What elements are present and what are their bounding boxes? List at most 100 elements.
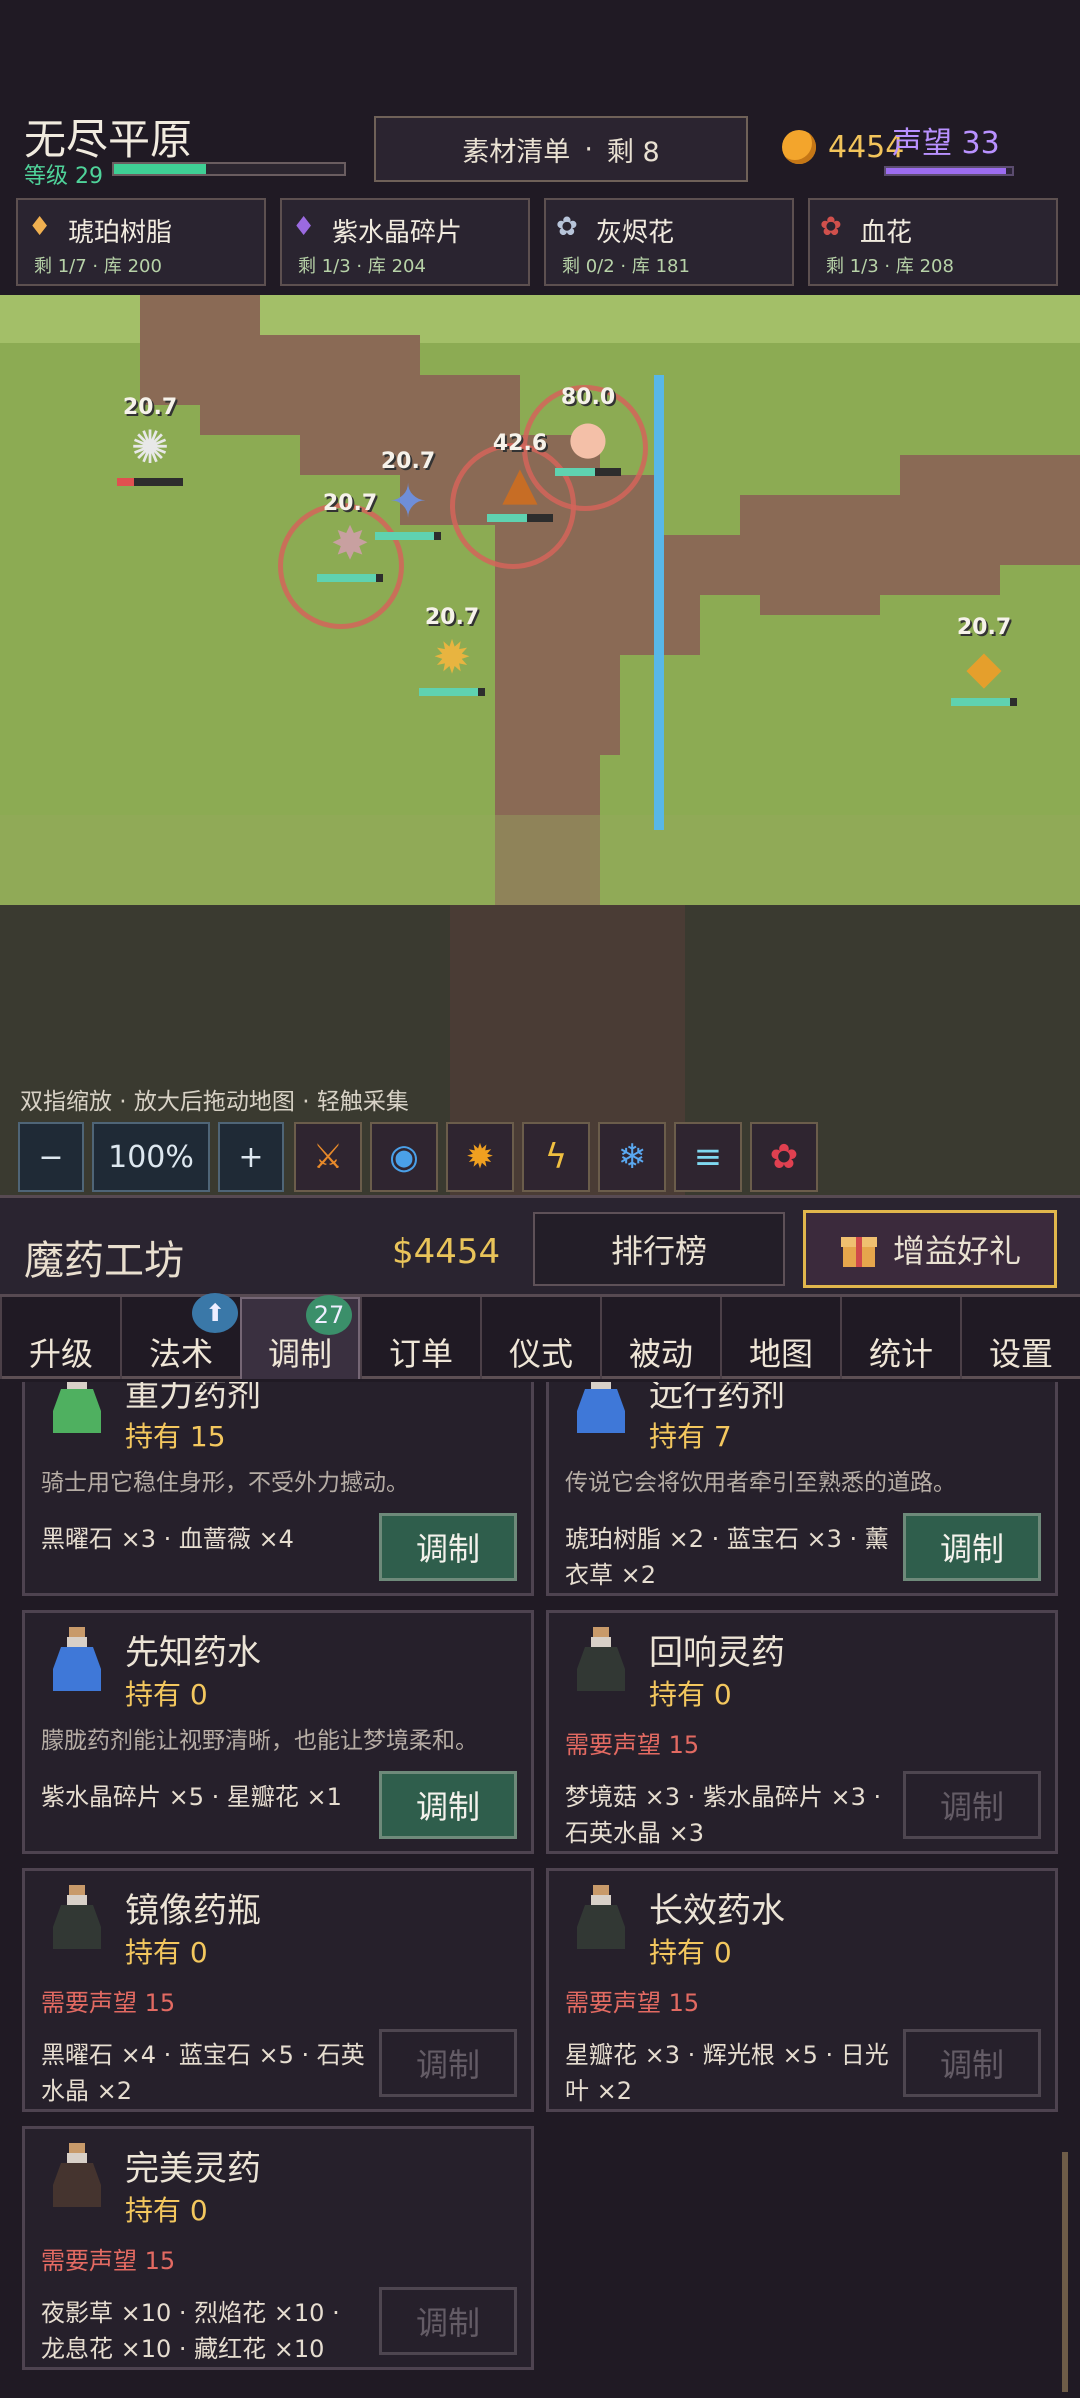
- potion-card: 重力药剂 持有 15 骑士用它稳住身形，不受外力撼动。 黑曜石 ×3 · 血蔷薇…: [22, 1382, 534, 1596]
- node-timer: 20.7: [322, 491, 378, 516]
- brew-button[interactable]: 调制: [379, 1771, 517, 1839]
- material-card[interactable]: ✿ 血花 剩 1/3 · 库 208: [808, 198, 1058, 286]
- node-hp-fill: [555, 468, 595, 476]
- tab-7[interactable]: 地图: [720, 1297, 840, 1379]
- blood-flower-icon: ✿: [820, 212, 842, 242]
- skill-lightning-icon[interactable]: ϟ: [522, 1122, 590, 1192]
- potion-ingredients: 琥珀树脂 ×2 · 蓝宝石 ×3 · 薰衣草 ×2: [565, 1525, 889, 1589]
- brew-button[interactable]: 调制: [903, 1771, 1041, 1839]
- tab-3[interactable]: 27 调制: [240, 1295, 360, 1379]
- potion-ingredients: 梦境菇 ×3 · 紫水晶碎片 ×3 · 石英水晶 ×3: [565, 1783, 882, 1847]
- bonus-gift-button[interactable]: 增益好礼: [803, 1210, 1057, 1288]
- tab-label: 升级: [28, 1335, 93, 1373]
- potion-list[interactable]: 重力药剂 持有 15 骑士用它稳住身形，不受外力撼动。 黑曜石 ×3 · 血蔷薇…: [0, 1382, 1080, 2398]
- tab-1[interactable]: 升级: [0, 1297, 120, 1379]
- bonus-gift-label: 增益好礼: [892, 1232, 1021, 1270]
- potion-description: 骑士用它稳住身形，不受外力撼动。: [41, 1470, 409, 1496]
- ash-flower-icon: ✿: [556, 212, 578, 242]
- tab-label: 订单: [388, 1335, 453, 1373]
- tab-label: 设置: [988, 1335, 1053, 1373]
- material-stat: 剩 1/3 · 库 208: [826, 256, 954, 277]
- node-timer: 80.0: [560, 385, 616, 410]
- level-progress-fill: [114, 164, 206, 174]
- node-hp-fill: [419, 688, 479, 696]
- coin-icon: [782, 130, 816, 164]
- tab-6[interactable]: 被动: [600, 1297, 720, 1379]
- zoom-in-button[interactable]: +: [218, 1122, 284, 1192]
- resource-node[interactable]: 20.7 ✸: [310, 491, 390, 582]
- skill-water-icon[interactable]: ◉: [370, 1122, 438, 1192]
- potion-name: 长效药水: [649, 1891, 785, 1931]
- brew-button[interactable]: 调制: [903, 1513, 1041, 1581]
- potion-owned: 持有 7: [649, 1420, 732, 1453]
- potion-bottle-icon: [53, 1885, 101, 1949]
- skill-blossom-icon[interactable]: ✿: [750, 1122, 818, 1192]
- node-timer: 20.7: [956, 615, 1012, 640]
- skill-ice-icon[interactable]: ❄: [598, 1122, 666, 1192]
- node-timer: 20.7: [424, 605, 480, 630]
- material-card[interactable]: ♦ 琥珀树脂 剩 1/7 · 库 200: [16, 198, 266, 286]
- skill-blade-icon[interactable]: ⚔: [294, 1122, 362, 1192]
- resource-node[interactable]: 20.7 ◆: [944, 615, 1024, 706]
- resource-node-icon: ●: [567, 410, 609, 464]
- potion-bottle-icon: [577, 1885, 625, 1949]
- node-hp-bar: [117, 478, 183, 486]
- leaderboard-button[interactable]: 排行榜: [533, 1212, 785, 1286]
- purple-crystal-icon: ♦: [292, 212, 316, 242]
- workshop-money: $4454: [392, 1232, 501, 1272]
- potion-card: 长效药水 持有 0 需要声望 15 星瓣花 ×3 · 辉光根 ×5 · 日光叶 …: [546, 1868, 1058, 2112]
- potion-owned: 持有 0: [649, 1678, 732, 1711]
- map-hint-text: 双指缩放 · 放大后拖动地图 · 轻触采集: [20, 1089, 409, 1115]
- material-stat: 剩 0/2 · 库 181: [562, 256, 690, 277]
- material-name: 血花: [860, 218, 913, 248]
- material-list-button[interactable]: 素材清单 · 剩 8: [374, 116, 748, 182]
- resource-node[interactable]: 80.0 ●: [548, 385, 628, 476]
- potion-bottle-icon: [53, 2143, 101, 2207]
- list-scrollbar[interactable]: [1062, 2152, 1068, 2392]
- potion-description: 传说它会将饮用者牵引至熟悉的道路。: [565, 1470, 956, 1496]
- gift-icon: [840, 1237, 877, 1267]
- level-progress-bar: [112, 162, 346, 176]
- skill-fire-icon[interactable]: ✹: [446, 1122, 514, 1192]
- gathering-map[interactable]: 20.7 ✺ 20.7 ✦ 20.7 ✸ 42.6 ▲ 80.0 ● 20.7 …: [0, 295, 1080, 905]
- potion-card: 回响灵药 持有 0 需要声望 15 梦境菇 ×3 · 紫水晶碎片 ×3 · 石英…: [546, 1610, 1058, 1854]
- tab-5[interactable]: 仪式: [480, 1297, 600, 1379]
- material-stat: 剩 1/7 · 库 200: [34, 256, 162, 277]
- material-card[interactable]: ✿ 灰烬花 剩 0/2 · 库 181: [544, 198, 794, 286]
- potion-name: 完美灵药: [125, 2149, 261, 2189]
- material-card[interactable]: ♦ 紫水晶碎片 剩 1/3 · 库 204: [280, 198, 530, 286]
- tab-8[interactable]: 统计: [840, 1297, 960, 1379]
- top-hud: 无尽平原 等级 29 素材清单 · 剩 8 4454 声望 33 ♦ 琥珀树脂 …: [0, 0, 1080, 295]
- potion-card: 完美灵药 持有 0 需要声望 15 夜影草 ×10 · 烈焰花 ×10 · 龙息…: [22, 2126, 534, 2370]
- tab-2[interactable]: ⬆ 法术: [120, 1293, 240, 1379]
- potion-bottle-icon: [53, 1627, 101, 1691]
- potion-name: 镜像药瓶: [125, 1891, 261, 1931]
- zoom-out-button[interactable]: −: [18, 1122, 84, 1192]
- workshop-title: 魔药工坊: [24, 1238, 184, 1284]
- potion-card: 远行药剂 持有 7 传说它会将饮用者牵引至熟悉的道路。 琥珀树脂 ×2 · 蓝宝…: [546, 1382, 1058, 1596]
- potion-owned: 持有 0: [125, 2194, 208, 2227]
- tab-4[interactable]: 订单: [360, 1297, 480, 1379]
- zoom-level: 100%: [92, 1122, 210, 1192]
- tab-count-badge: 27: [306, 1295, 352, 1335]
- potion-requirement: 需要声望 15: [565, 1989, 700, 2017]
- resource-node[interactable]: 20.7 ✺: [110, 395, 190, 486]
- tab-9[interactable]: 设置: [960, 1297, 1080, 1379]
- skill-wave-icon[interactable]: ≡: [674, 1122, 742, 1192]
- node-hp-bar: [487, 514, 553, 522]
- brew-button[interactable]: 调制: [903, 2029, 1041, 2097]
- brew-button[interactable]: 调制: [379, 1513, 517, 1581]
- material-list-separator: ·: [584, 133, 593, 165]
- potion-name: 重力药剂: [125, 1382, 261, 1415]
- resource-node[interactable]: 20.7 ✹: [412, 605, 492, 696]
- map-unexplored-area: 双指缩放 · 放大后拖动地图 · 轻触采集 − 100% + ⚔ ◉ ✹ ϟ ❄ ≡ ✿: [0, 905, 1080, 1195]
- reputation-progress-fill: [886, 168, 1006, 174]
- brew-button[interactable]: 调制: [379, 2029, 517, 2097]
- node-hp-fill: [117, 478, 134, 486]
- reputation-progress-bar: [884, 166, 1014, 176]
- potion-card: 先知药水 持有 0 朦胧药剂能让视野清晰，也能让梦境柔和。 紫水晶碎片 ×5 ·…: [22, 1610, 534, 1854]
- potion-requirement: 需要声望 15: [41, 1989, 176, 2017]
- material-list-remaining: 剩 8: [606, 136, 660, 168]
- potion-ingredients: 紫水晶碎片 ×5 · 星瓣花 ×1: [41, 1783, 342, 1811]
- brew-button[interactable]: 调制: [379, 2287, 517, 2355]
